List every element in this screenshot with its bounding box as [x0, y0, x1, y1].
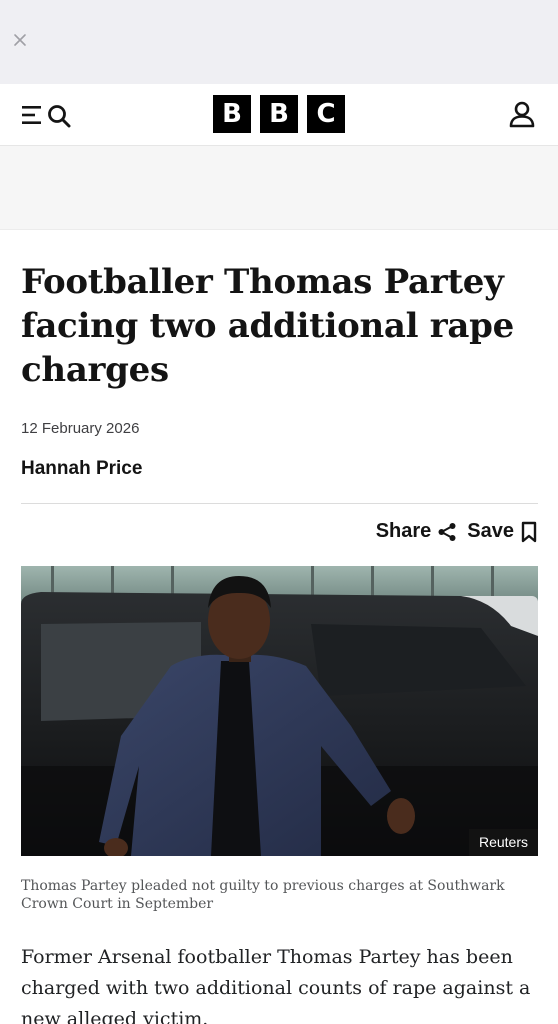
article-body-paragraph: Former Arsenal footballer Thomas Partey …	[21, 946, 531, 1024]
save-button[interactable]: Save	[467, 520, 538, 543]
article-author: Hannah Price	[21, 458, 143, 479]
logo-letter: B	[260, 95, 298, 133]
save-label: Save	[467, 520, 514, 542]
article-image: Reuters	[21, 566, 538, 856]
article-date: 12 February 2026	[21, 420, 140, 437]
person-icon[interactable]	[508, 100, 536, 128]
share-save-bar: Share Save	[376, 520, 538, 543]
bookmark-icon	[521, 521, 537, 542]
search-icon	[48, 105, 71, 128]
top-banner-strip	[0, 0, 558, 84]
menu-icon	[22, 106, 41, 124]
bbc-logo[interactable]: B B C	[213, 95, 345, 133]
byline-divider	[21, 503, 538, 504]
logo-letter: C	[307, 95, 345, 133]
logo-letter: B	[213, 95, 251, 133]
article-headline: Footballer Thomas Partey facing two addi…	[21, 262, 514, 390]
image-credit: Reuters	[468, 829, 538, 856]
bbc-masthead: B B C	[0, 84, 558, 146]
share-icon	[438, 522, 456, 541]
menu-search-button[interactable]	[22, 101, 74, 129]
share-label: Share	[375, 520, 432, 542]
share-button[interactable]: Share	[376, 520, 458, 543]
image-caption: Thomas Partey pleaded not guilty to prev…	[21, 878, 505, 912]
photo-illustration	[21, 566, 538, 856]
close-icon[interactable]	[12, 32, 28, 48]
advert-placeholder	[0, 146, 558, 230]
